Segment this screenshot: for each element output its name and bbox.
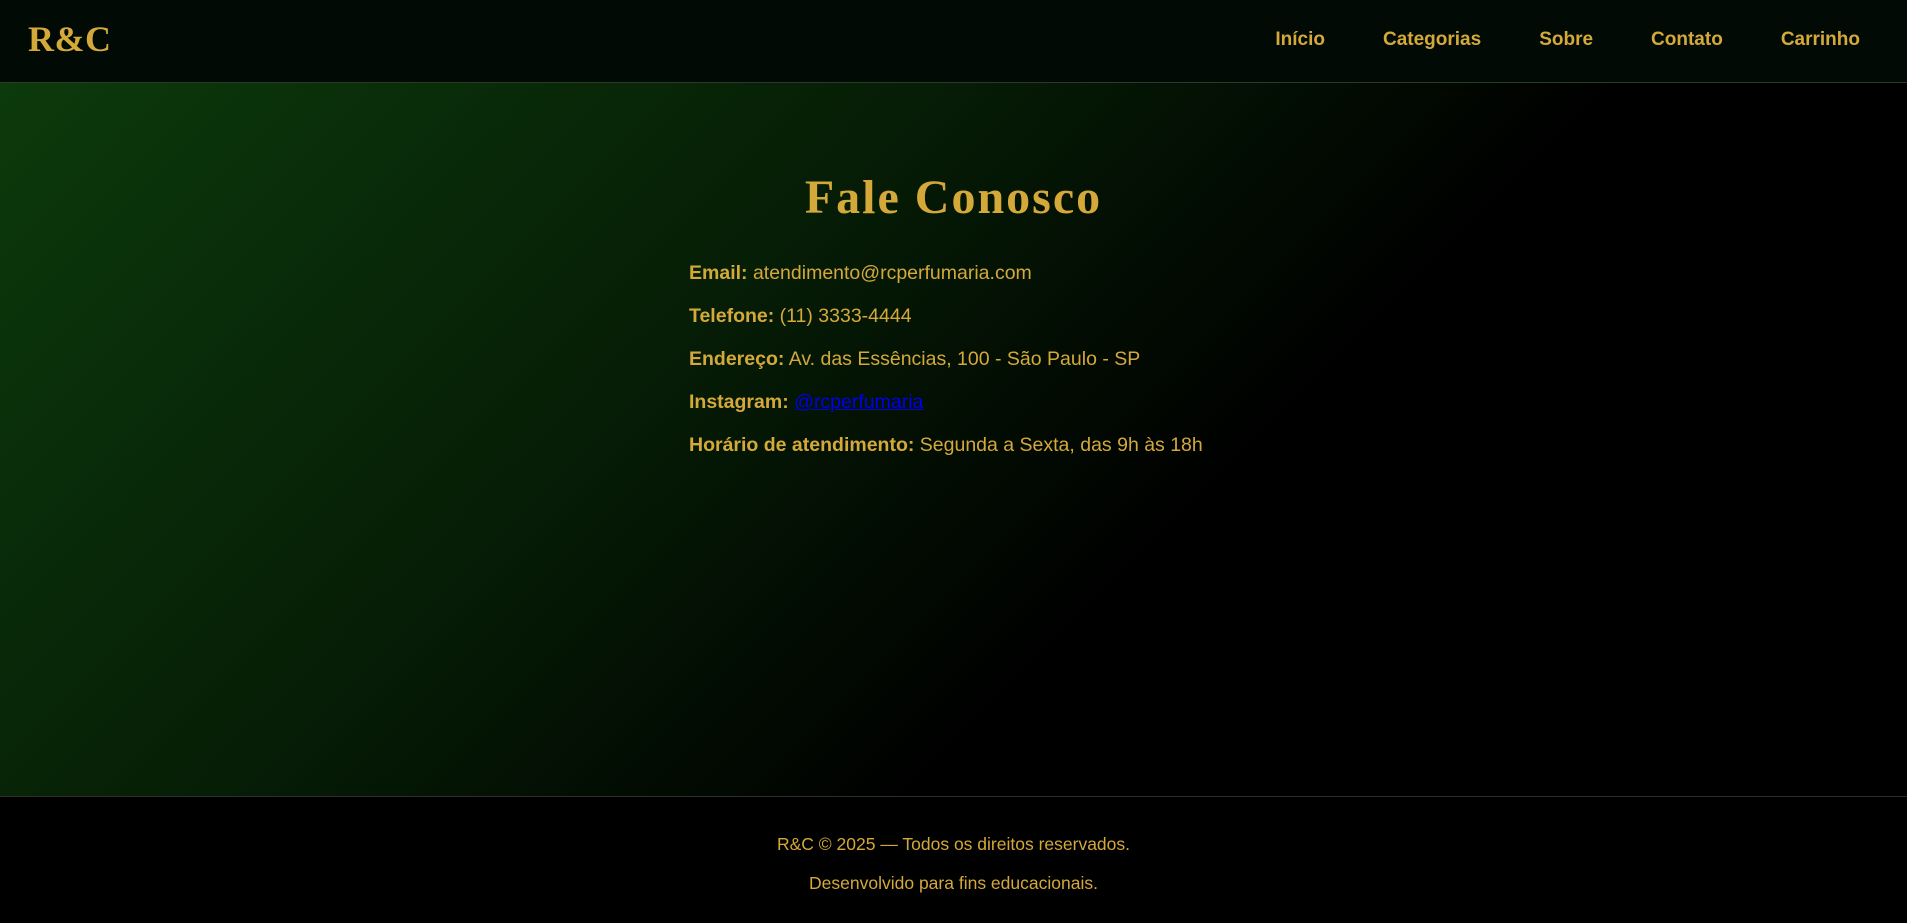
address-value: Av. das Essências, 100 - São Paulo - SP xyxy=(788,348,1141,370)
footer-copyright: R&C © 2025 — Todos os direitos reservado… xyxy=(776,834,1131,854)
page-title: Fale Conosco xyxy=(804,171,1103,224)
site-footer: R&C © 2025 — Todos os direitos reservado… xyxy=(0,797,1907,923)
phone-label: Telefone: xyxy=(689,305,775,327)
brand-logo[interactable]: R&C xyxy=(28,18,111,60)
email-label: Email: xyxy=(689,262,748,284)
email-value: atendimento@rcperfumaria.com xyxy=(752,262,1032,284)
nav-link-categorias[interactable]: Categorias xyxy=(1383,29,1481,51)
main-nav: Início Categorias Sobre Contato Carrinho xyxy=(1217,29,1860,51)
contact-email-row: Email: atendimento@rcperfumaria.com xyxy=(689,261,1249,304)
hours-value: Segunda a Sexta, das 9h às 18h xyxy=(919,434,1203,456)
page: R&C Início Categorias Sobre Contato Carr… xyxy=(0,0,1907,923)
contact-info-list: Email: atendimento@rcperfumaria.com Tele… xyxy=(689,261,1249,476)
footer-note: Desenvolvido para fins educacionais. xyxy=(809,873,1098,893)
address-label: Endereço: xyxy=(689,348,785,370)
instagram-link[interactable]: @rcperfumaria xyxy=(794,391,923,413)
hours-label: Horário de atendimento: xyxy=(689,434,915,456)
contact-section: Fale Conosco Email: atendimento@rcperfum… xyxy=(0,83,1907,797)
nav-link-inicio[interactable]: Início xyxy=(1275,29,1325,51)
contact-address-row: Endereço: Av. das Essências, 100 - São P… xyxy=(689,347,1249,390)
contact-hours-row: Horário de atendimento: Segunda a Sexta,… xyxy=(689,433,1249,476)
contact-instagram-row: Instagram: @rcperfumaria xyxy=(689,390,1249,433)
phone-value: (11) 3333-4444 xyxy=(779,305,912,327)
window-edge xyxy=(1907,0,1913,923)
contact-phone-row: Telefone: (11) 3333-4444 xyxy=(689,304,1249,347)
nav-link-contato[interactable]: Contato xyxy=(1651,29,1723,51)
nav-link-sobre[interactable]: Sobre xyxy=(1539,29,1593,51)
top-navbar: R&C Início Categorias Sobre Contato Carr… xyxy=(0,0,1907,83)
nav-link-carrinho[interactable]: Carrinho xyxy=(1781,29,1860,51)
instagram-label: Instagram: xyxy=(689,391,789,413)
